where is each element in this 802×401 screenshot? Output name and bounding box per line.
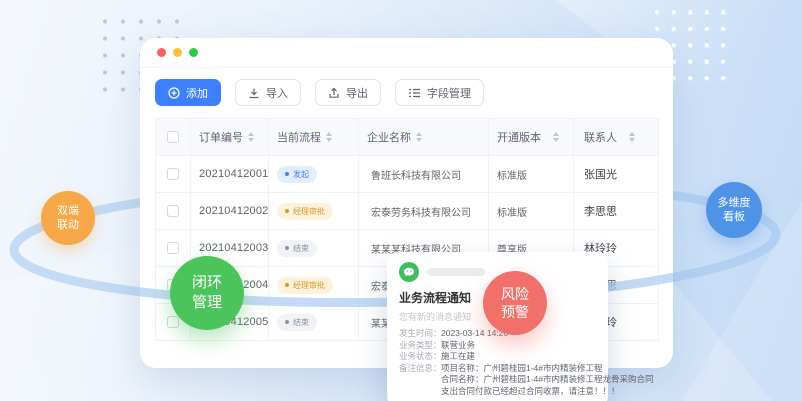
row-checkbox[interactable]: [167, 316, 179, 328]
flow-status-badge: 发起: [277, 166, 317, 183]
wechat-icon: [399, 262, 419, 282]
upload-icon: [328, 87, 340, 99]
import-button-label: 导入: [266, 85, 288, 101]
header-order-number: 订单编号: [199, 129, 243, 145]
notification-fields: 发生时间：2023-03-14 14:26 业务类型：联营业务 业务状态：施工在…: [399, 328, 596, 397]
version-cell: 标准版: [489, 156, 574, 193]
notification-field: 合同名称：广州碧桂园1-4#市内精装修工程龙骨采购合同: [399, 374, 596, 386]
field-manage-button[interactable]: 字段管理: [395, 79, 484, 106]
export-button-label: 导出: [346, 85, 368, 101]
flow-status-badge: 结束: [277, 314, 317, 331]
header-contact: 联系人: [584, 129, 617, 145]
row-checkbox[interactable]: [167, 168, 179, 180]
sender-placeholder: [427, 268, 485, 276]
company-cell: 宏泰劳务科技有限公司: [359, 193, 489, 230]
window-titlebar: [140, 38, 673, 68]
export-button[interactable]: 导出: [315, 79, 381, 106]
flow-status-badge: 经理审批: [277, 277, 333, 294]
table-row: 20210412002 经理审批 宏泰劳务科技有限公司 标准版 李思思: [156, 193, 659, 230]
plus-circle-icon: [168, 87, 180, 99]
field-manage-button-label: 字段管理: [427, 85, 471, 101]
toolbar: 添加 导入 导出 字段管理: [155, 79, 484, 106]
add-button[interactable]: 添加: [155, 79, 221, 106]
header-version: 开通版本: [497, 129, 541, 145]
contact-cell: 张国光: [574, 156, 659, 193]
feature-bubble-closed-loop: 闭环管理: [170, 256, 244, 330]
header-company: 企业名称: [367, 129, 411, 145]
feature-bubble-risk-warning: 风险预警: [483, 271, 547, 335]
table-header-row: 订单编号 当前流程 企业名称 开通版本 联系人: [156, 119, 659, 156]
download-icon: [248, 87, 260, 99]
notification-field: 支出合同付款已经超过合同收票，请注意！！！: [399, 386, 596, 398]
add-button-label: 添加: [186, 85, 208, 101]
notification-field: 业务类型：联营业务: [399, 340, 596, 352]
notification-field: 备注信息：项目名称：广州碧桂园1-4#市内精装修工程: [399, 363, 596, 375]
close-dot-icon[interactable]: [157, 48, 166, 57]
feature-bubble-multi-dashboard: 多维度看板: [706, 182, 762, 238]
order-number-cell: 20210412001: [191, 156, 269, 193]
sort-icon[interactable]: [416, 132, 422, 142]
minimize-dot-icon[interactable]: [173, 48, 182, 57]
flow-status-badge: 经理审批: [277, 203, 333, 220]
version-cell: 标准版: [489, 193, 574, 230]
header-current-flow: 当前流程: [277, 129, 321, 145]
feature-bubble-dual-link: 双端联动: [41, 191, 95, 245]
company-cell: 鲁班长科技有限公司: [359, 156, 489, 193]
sort-icon[interactable]: [326, 132, 332, 142]
sort-icon[interactable]: [248, 132, 254, 142]
sort-icon[interactable]: [553, 132, 559, 142]
flow-status-badge: 结束: [277, 240, 317, 257]
row-checkbox[interactable]: [167, 242, 179, 254]
sort-icon[interactable]: [629, 132, 635, 142]
order-number-cell: 20210412002: [191, 193, 269, 230]
list-icon: [408, 87, 421, 99]
table-row: 20210412001 发起 鲁班长科技有限公司 标准版 张国光: [156, 156, 659, 193]
import-button[interactable]: 导入: [235, 79, 301, 106]
page: 添加 导入 导出 字段管理: [0, 0, 802, 401]
maximize-dot-icon[interactable]: [189, 48, 198, 57]
select-all-checkbox[interactable]: [167, 131, 179, 143]
row-checkbox[interactable]: [167, 205, 179, 217]
contact-cell: 李思思: [574, 193, 659, 230]
notification-field: 业务状态：施工在建: [399, 351, 596, 363]
